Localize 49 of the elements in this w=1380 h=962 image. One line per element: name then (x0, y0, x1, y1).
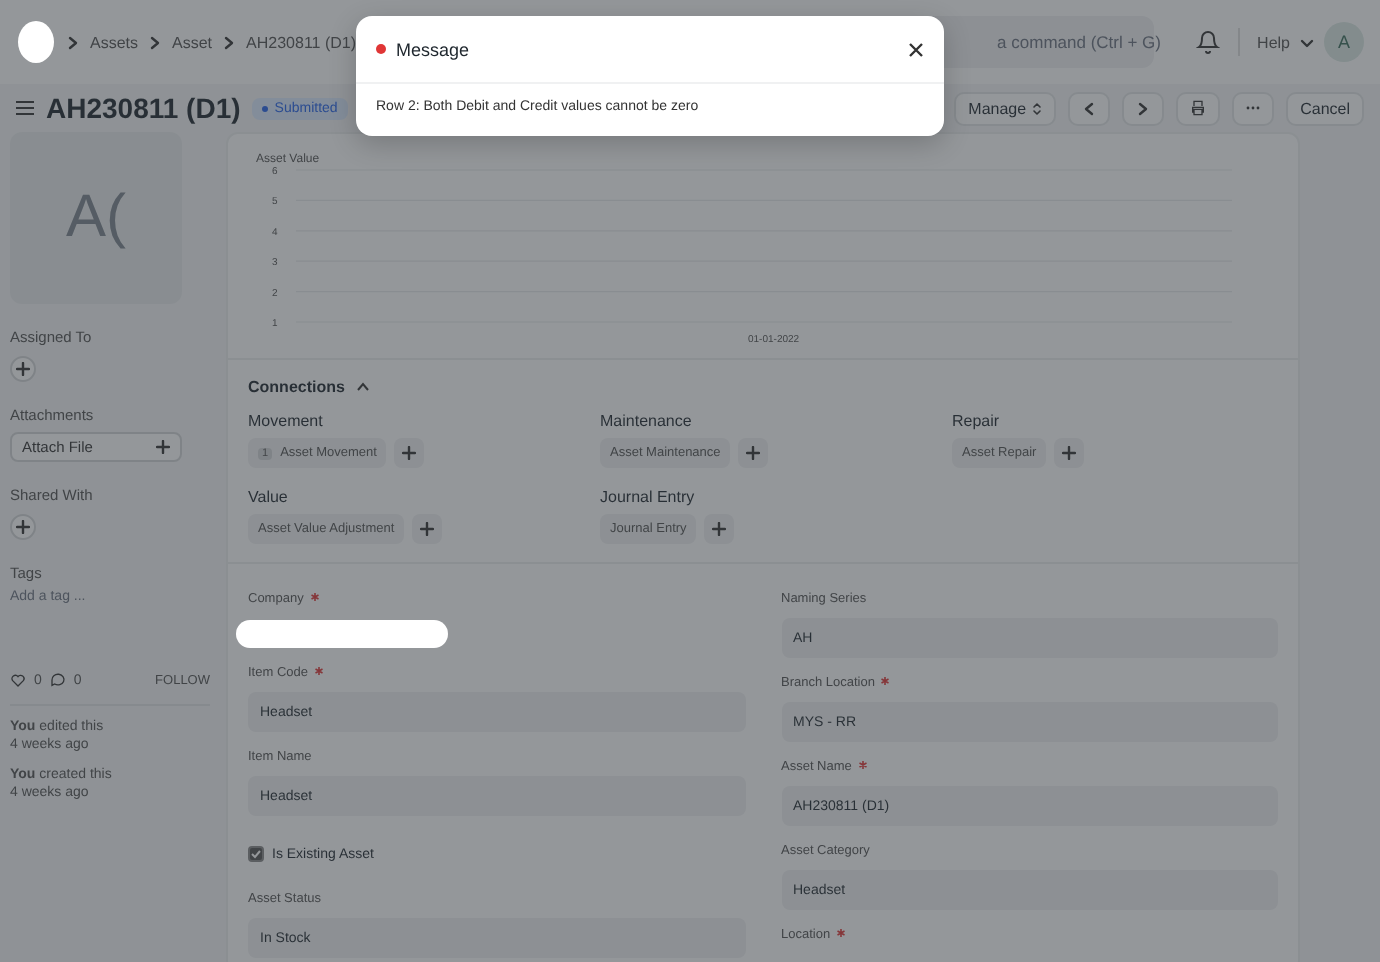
dialog-title: Message (396, 39, 470, 59)
printer-icon (1190, 100, 1207, 116)
comment-icon[interactable] (49, 672, 66, 688)
add-button[interactable] (10, 514, 36, 540)
plus-icon (1062, 446, 1077, 460)
group-label: Value (248, 488, 290, 506)
sort-icon (1032, 101, 1043, 115)
caret-icon (1300, 35, 1314, 49)
next-button[interactable] (1122, 91, 1165, 125)
heart-icon[interactable] (10, 672, 26, 688)
breadcrumb-link[interactable]: Asset (172, 33, 213, 51)
chevron-icon (148, 35, 163, 49)
menu-icon[interactable] (16, 100, 34, 116)
add-button[interactable] (704, 514, 735, 544)
add-button[interactable] (412, 514, 443, 544)
previous-button[interactable] (1068, 91, 1111, 125)
logo-icon (16, 20, 56, 64)
add-button[interactable] (1054, 438, 1085, 468)
plus-icon (16, 520, 30, 534)
plus-icon (712, 522, 727, 536)
chevron-icon[interactable] (356, 382, 371, 392)
checkbox[interactable] (248, 846, 264, 862)
breadcrumb-link[interactable]: AH230811 (D1) (246, 33, 357, 51)
chevron-icon (1136, 101, 1151, 115)
user-avatar[interactable]: A (1324, 22, 1364, 62)
chevron-icon (66, 35, 80, 49)
plus-icon (402, 446, 417, 460)
print-button[interactable] (1176, 91, 1221, 125)
plus-icon (156, 440, 170, 454)
breadcrumb-link[interactable]: Assets (90, 33, 139, 51)
help-menu[interactable]: Help (1257, 33, 1290, 51)
close-icon[interactable] (908, 41, 924, 57)
section-title: Connections (248, 378, 345, 396)
chevron-icon (1082, 101, 1097, 115)
plus-icon (420, 522, 435, 536)
group-label: Repair (952, 412, 1002, 430)
bell-icon[interactable] (1195, 30, 1220, 54)
group-label: Journal Entry (600, 488, 697, 506)
add-button[interactable] (394, 438, 425, 468)
group-label: Movement (248, 412, 325, 430)
group-label: Maintenance (600, 412, 694, 430)
add-button[interactable] (10, 356, 36, 382)
plus-icon (16, 362, 30, 376)
cancel-button[interactable]: Cancel (1286, 91, 1364, 125)
plus-icon (746, 446, 761, 460)
document-title: AH230811 (D1) (46, 92, 241, 124)
add-button[interactable] (738, 438, 769, 468)
chevron-icon (222, 35, 237, 49)
manage-button[interactable]: Manage (954, 91, 1057, 125)
